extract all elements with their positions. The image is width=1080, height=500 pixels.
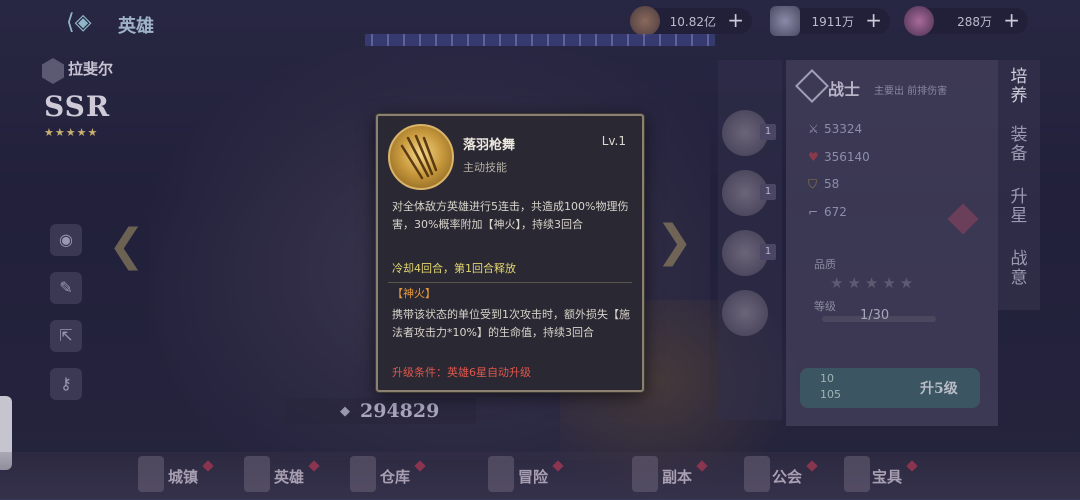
decorative-banner-strip bbox=[365, 34, 715, 46]
nav-hero[interactable]: 英雄 bbox=[274, 466, 304, 487]
class-icon bbox=[795, 69, 829, 103]
gold-value: 10.82亿 bbox=[669, 15, 716, 29]
notification-dot-icon bbox=[414, 460, 426, 472]
stat-attack: ⚔ 53324 bbox=[808, 122, 863, 136]
upgrade-condition: 升级条件：英雄6星自动升级 bbox=[392, 366, 531, 379]
quality-label: 品质 bbox=[814, 258, 836, 271]
upgrade-section: 10 105 升5级 bbox=[800, 368, 980, 408]
info-diamond-icon[interactable] bbox=[947, 203, 979, 235]
skill-slot-2[interactable]: 1 bbox=[722, 170, 776, 216]
edit-icon[interactable]: ✎ bbox=[50, 272, 82, 304]
tab-star-up[interactable]: 升星 bbox=[1006, 188, 1032, 226]
hero-name: 拉斐尔 bbox=[68, 60, 114, 78]
adventure-icon bbox=[488, 456, 514, 492]
class-description: 主要出 前排伤害 bbox=[874, 86, 948, 97]
boot-icon: ⌐ bbox=[808, 205, 819, 219]
skill-tooltip: 落羽枪舞 Lv.1 主动技能 对全体敌方英雄进行5连击，共造成100%物理伤害，… bbox=[376, 114, 644, 392]
previous-hero-arrow-icon[interactable]: ❮ bbox=[108, 220, 145, 271]
add-gold-button[interactable]: + bbox=[727, 8, 744, 32]
level-value: 1/30 bbox=[860, 308, 890, 323]
stat-speed: ⌐ 672 bbox=[808, 205, 847, 219]
town-icon bbox=[138, 456, 164, 492]
page-title: 英雄 bbox=[118, 16, 154, 37]
treasure-icon bbox=[844, 456, 870, 492]
crystal-icon bbox=[904, 6, 934, 36]
class-name: 战士 bbox=[828, 80, 861, 99]
heart-icon: ♥ bbox=[808, 150, 819, 164]
upgrade-cost-1: 10 bbox=[820, 372, 834, 385]
dungeon-icon bbox=[632, 456, 658, 492]
skill-description: 对全体敌方英雄进行5连击，共造成100%物理伤害，30%概率附加【神火】，持续3… bbox=[392, 200, 629, 231]
nav-guild[interactable]: 公会 bbox=[772, 466, 802, 487]
guild-icon bbox=[744, 456, 770, 492]
nav-treasure[interactable]: 宝具 bbox=[872, 466, 902, 487]
next-hero-arrow-icon[interactable]: ❯ bbox=[656, 216, 693, 267]
tab-equipment[interactable]: 装备 bbox=[1006, 126, 1032, 164]
sword-icon: ⚔ bbox=[808, 122, 819, 136]
share-icon[interactable]: ⇱ bbox=[50, 320, 82, 352]
combat-power-value: 294829 bbox=[360, 400, 440, 422]
skill-level: Lv.1 bbox=[601, 134, 626, 148]
crystal-value: 288万 bbox=[957, 15, 992, 29]
spear-skill-icon bbox=[388, 124, 454, 190]
skill-slot-3[interactable]: 1 bbox=[722, 230, 776, 276]
potion-value: 1911万 bbox=[811, 15, 854, 29]
skill-type: 主动技能 bbox=[463, 161, 507, 174]
vertical-tab-bar: 培养 装备 升星 战意 bbox=[998, 60, 1040, 310]
quality-stars: ★★★★★ bbox=[830, 274, 918, 292]
hero-info-panel: 战士 主要出 前排伤害 ⚔ 53324 ♥ 356140 ⛉ 58 ⌐ 672 品质 ★… bbox=[786, 60, 998, 426]
notification-dot-icon bbox=[308, 460, 320, 472]
upgrade-cost-2: 105 bbox=[820, 388, 841, 401]
level-label: 等级 bbox=[814, 300, 836, 313]
back-arrow-icon[interactable]: ⟨◈ bbox=[66, 10, 108, 38]
status-effect-tag: 【神火】 bbox=[392, 287, 436, 300]
top-bar: ⟨◈ 英雄 10.82亿 + 1911万 + 288万 + bbox=[0, 0, 1080, 46]
skills-column: 1 1 1 bbox=[718, 60, 782, 420]
notification-dot-icon bbox=[696, 460, 708, 472]
tab-train[interactable]: 培养 bbox=[1006, 68, 1032, 106]
status-effect-description: 携带该状态的单位受到1次攻击时，额外损失【施法者攻击力*10%】的生命值，持续3… bbox=[392, 308, 630, 339]
notification-dot-icon bbox=[806, 460, 818, 472]
combat-power: ◆ 294829 bbox=[286, 398, 476, 424]
lock-icon[interactable]: ⚷ bbox=[50, 368, 82, 400]
upgrade-button[interactable]: 升5级 bbox=[920, 378, 958, 398]
skill-level-badge: 1 bbox=[760, 184, 776, 200]
warehouse-icon bbox=[350, 456, 376, 492]
skill-name: 落羽枪舞 bbox=[463, 138, 516, 153]
skill-level-badge: 1 bbox=[760, 124, 776, 140]
view-eye-icon[interactable]: ◉ bbox=[50, 224, 82, 256]
notification-dot-icon bbox=[202, 460, 214, 472]
crystal-resource: 288万 + bbox=[904, 6, 1028, 36]
notification-dot-icon bbox=[906, 460, 918, 472]
gold-resource: 10.82亿 + bbox=[630, 6, 752, 36]
skill-cooldown: 冷却4回合，第1回合释放 bbox=[392, 262, 516, 275]
power-icon: ◆ bbox=[340, 404, 350, 419]
divider bbox=[388, 282, 632, 283]
add-potion-button[interactable]: + bbox=[865, 8, 882, 32]
nav-dungeon[interactable]: 副本 bbox=[662, 466, 692, 487]
stat-defense: ⛉ 58 bbox=[808, 177, 840, 191]
notification-dot-icon bbox=[552, 460, 564, 472]
skill-slot-4[interactable] bbox=[722, 290, 768, 336]
shield-icon: ⛉ bbox=[808, 177, 818, 191]
skill-slot-1[interactable]: 1 bbox=[722, 110, 776, 156]
nav-town[interactable]: 城镇 bbox=[168, 466, 198, 487]
nav-adventure[interactable]: 冒险 bbox=[518, 466, 548, 487]
skill-level-badge: 1 bbox=[760, 244, 776, 260]
tab-battle-will[interactable]: 战意 bbox=[1006, 250, 1032, 288]
hero-stars: ★★★★★ bbox=[44, 126, 99, 139]
hero-nav-icon bbox=[244, 456, 270, 492]
bottom-navigation: 城镇 英雄 仓库 冒险 副本 公会 宝具 bbox=[0, 452, 1080, 499]
potion-resource: 1911万 + bbox=[770, 6, 890, 36]
potion-icon bbox=[770, 6, 800, 36]
stat-hp: ♥ 356140 bbox=[808, 150, 870, 164]
rarity-badge: SSR bbox=[44, 90, 111, 123]
add-crystal-button[interactable]: + bbox=[1003, 8, 1020, 32]
gold-coin-icon bbox=[630, 6, 660, 36]
nav-warehouse[interactable]: 仓库 bbox=[380, 466, 410, 487]
